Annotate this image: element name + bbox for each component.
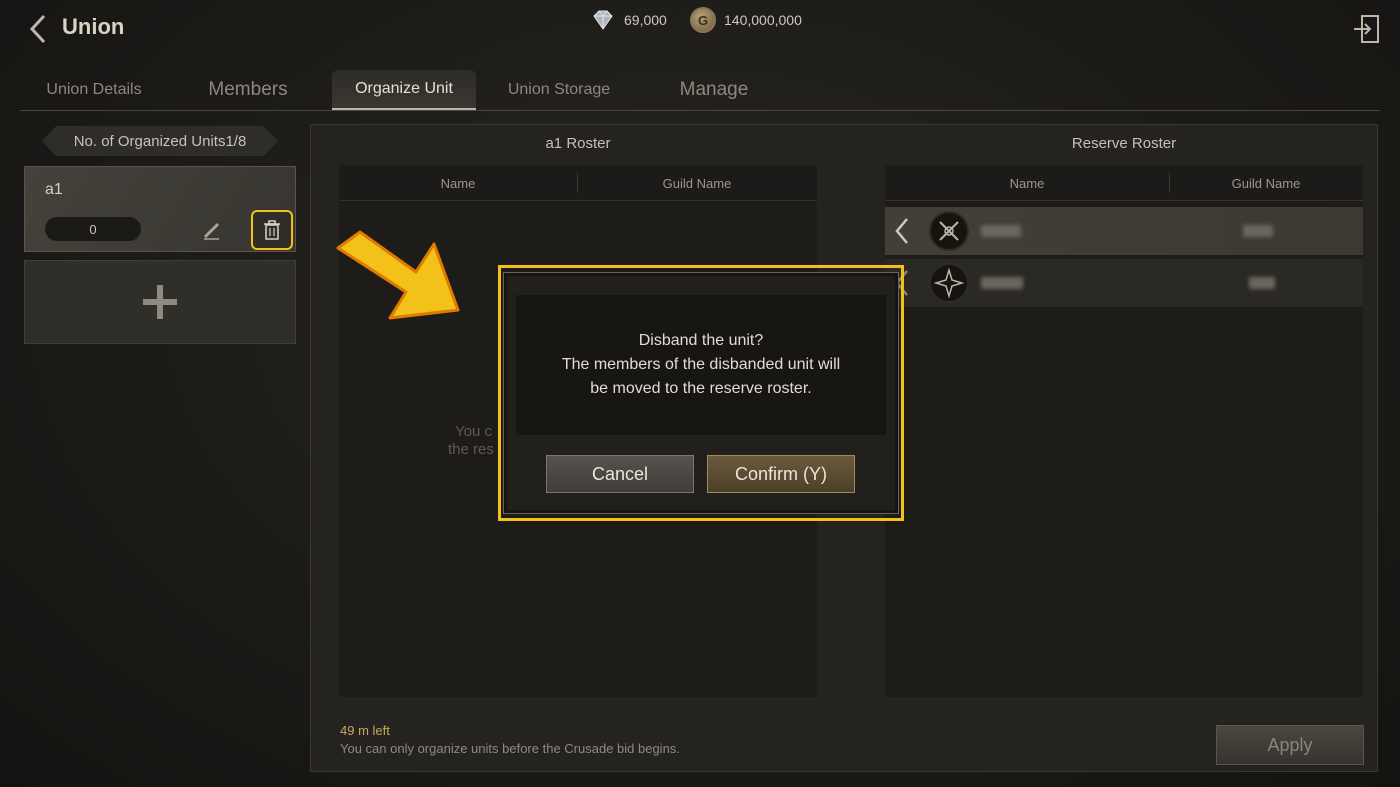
page-title: Union xyxy=(62,14,125,39)
member-guild-redacted xyxy=(1249,277,1275,289)
exit-icon[interactable] xyxy=(1352,12,1382,46)
unit-member-count: 0 xyxy=(45,217,141,241)
plus-icon xyxy=(143,285,177,319)
member-name-redacted xyxy=(981,225,1021,237)
add-unit-button[interactable] xyxy=(24,260,296,344)
move-left-arrow-icon[interactable] xyxy=(891,215,915,247)
reserve-roster-header: Name Guild Name xyxy=(885,165,1363,201)
member-guild-redacted xyxy=(1243,225,1273,237)
tab-manage[interactable]: Manage xyxy=(662,70,766,110)
reserve-roster-title: Reserve Roster xyxy=(1071,135,1177,152)
empty-roster-text-2: the res xyxy=(448,441,494,458)
gold-coin-icon: G xyxy=(690,7,716,33)
unit-roster-header: Name Guild Name xyxy=(339,165,817,201)
tab-bar: Union Details Members Organize Unit Unio… xyxy=(0,70,1400,114)
unit-card[interactable]: a1 0 xyxy=(24,166,296,252)
dialog-detail-line-1: The members of the disbanded unit will xyxy=(561,356,841,373)
tab-members[interactable]: Members xyxy=(192,70,304,110)
gem-amount: 69,000 xyxy=(624,12,667,28)
confirm-button[interactable]: Confirm (Y) xyxy=(707,455,855,493)
reserve-member-row[interactable] xyxy=(885,259,1363,307)
time-left-text: 49 m left xyxy=(340,723,390,738)
dialog-detail-line-2: be moved to the reserve roster. xyxy=(590,380,812,397)
column-guild-name[interactable]: Guild Name xyxy=(1169,165,1363,201)
delete-unit-button[interactable] xyxy=(251,210,293,250)
column-guild-name[interactable]: Guild Name xyxy=(577,165,817,201)
gold-amount: 140,000,000 xyxy=(724,12,802,28)
apply-button[interactable]: Apply xyxy=(1216,725,1364,765)
member-name-redacted xyxy=(981,277,1023,289)
pencil-icon[interactable] xyxy=(201,219,223,241)
gem-currency: 69,000 xyxy=(590,8,667,32)
tab-divider xyxy=(20,110,1380,111)
unit-roster-title: a1 Roster xyxy=(545,135,611,152)
unit-name: a1 xyxy=(45,181,63,198)
diamond-icon xyxy=(593,10,613,30)
organize-notice-text: You can only organize units before the C… xyxy=(340,741,680,756)
dialog-question: Disband the unit? xyxy=(638,332,764,349)
trash-icon xyxy=(264,220,280,240)
column-name[interactable]: Name xyxy=(339,165,577,201)
crossed-axes-emblem-icon xyxy=(929,211,969,251)
cancel-button[interactable]: Cancel xyxy=(546,455,694,493)
tab-organize-unit[interactable]: Organize Unit xyxy=(332,70,476,110)
tab-union-details[interactable]: Union Details xyxy=(30,70,158,110)
empty-roster-text-1: You c xyxy=(455,423,492,440)
unit-count-badge: No. of Organized Units1/8 xyxy=(42,126,278,156)
star-emblem-icon xyxy=(929,263,969,303)
disband-dialog: Disband the unit? The members of the dis… xyxy=(503,272,899,514)
column-name[interactable]: Name xyxy=(885,165,1169,201)
dialog-message: Disband the unit? The members of the dis… xyxy=(516,295,886,435)
callout-arrow-icon xyxy=(336,230,460,320)
reserve-roster-list[interactable] xyxy=(885,201,1363,697)
tab-union-storage[interactable]: Union Storage xyxy=(496,70,622,110)
gold-currency: G 140,000,000 xyxy=(690,7,802,33)
back-arrow-icon[interactable] xyxy=(24,12,54,46)
reserve-member-row[interactable] xyxy=(885,207,1363,255)
